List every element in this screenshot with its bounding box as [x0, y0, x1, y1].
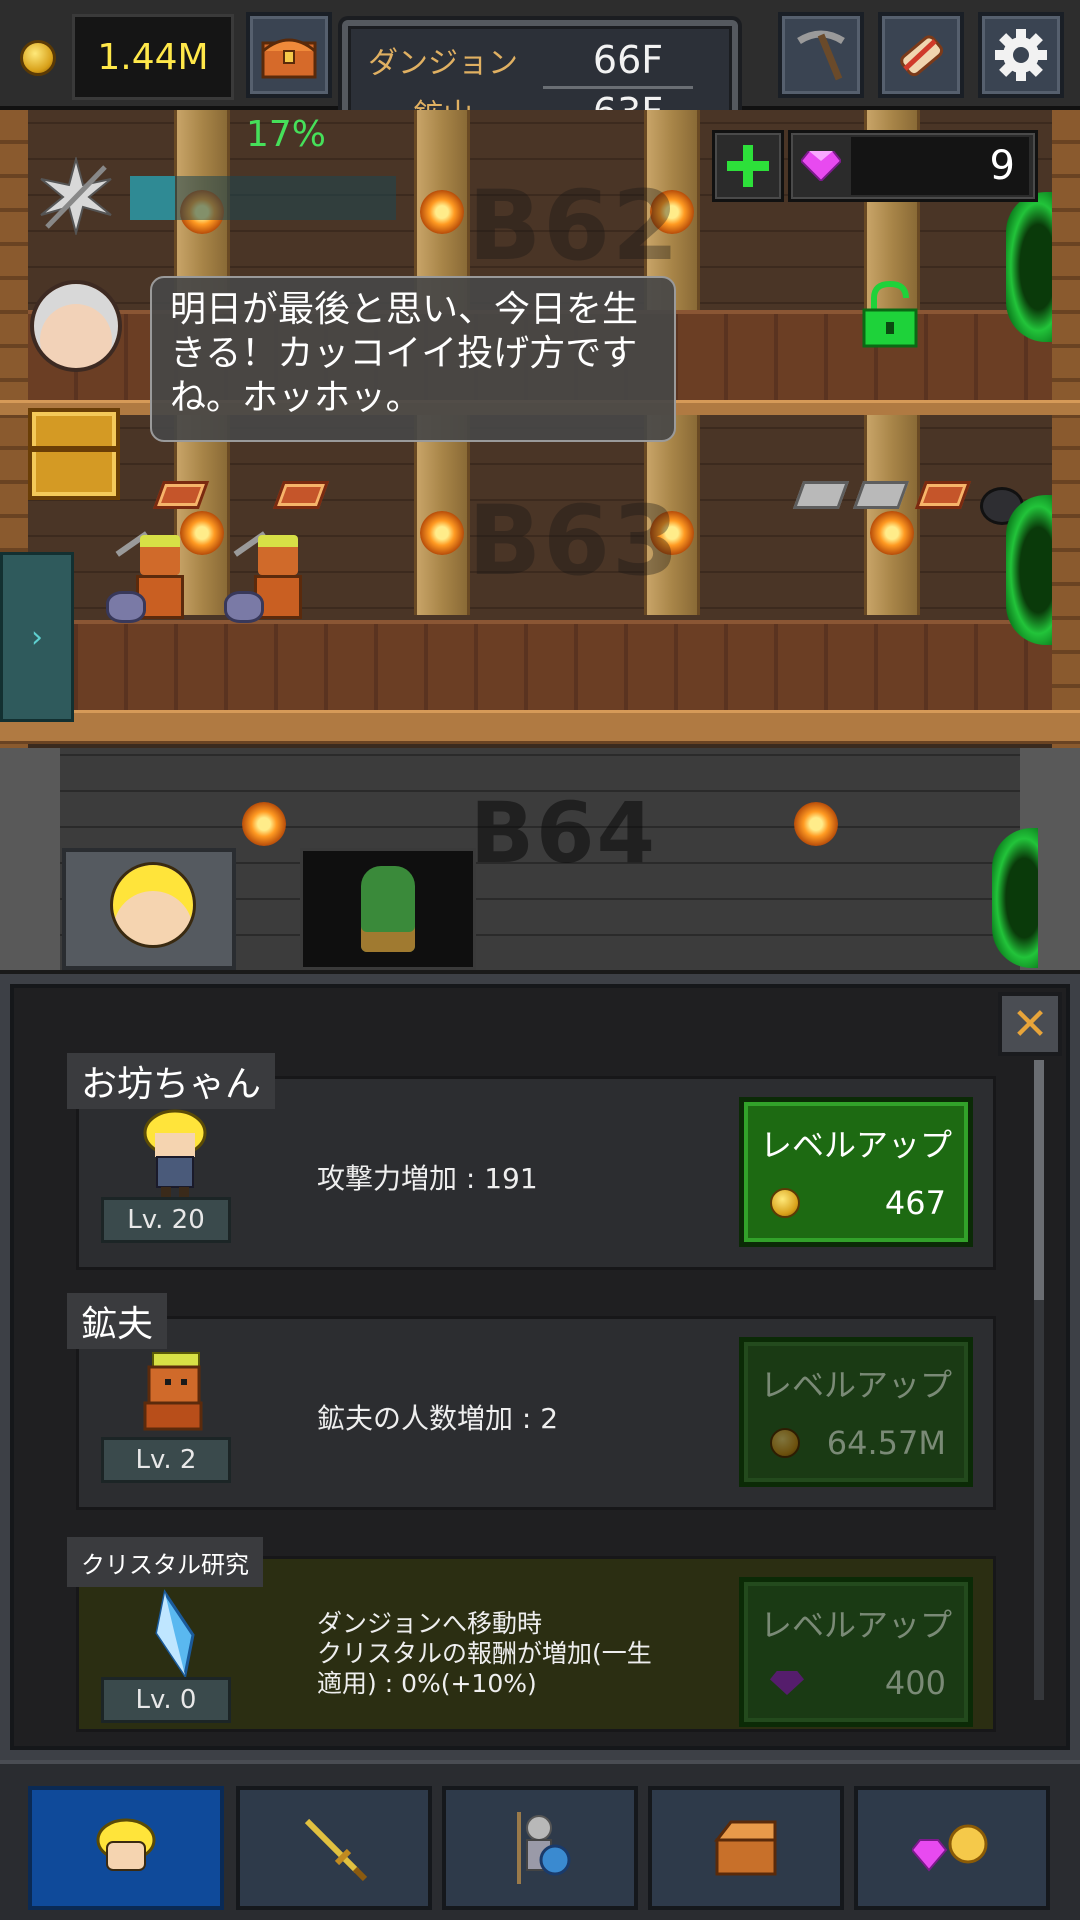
top-bar: 1.44M ダンジョン 66F 鉱山 63F — [0, 0, 1080, 150]
miner-sprite[interactable] — [106, 531, 196, 625]
scroll-icon — [900, 35, 944, 77]
speech-bubble: 明日が最後と思い、今日を生きる！カッコイイ投げ方ですね。ホッホッ。 — [150, 276, 676, 442]
portal-icon[interactable] — [992, 828, 1038, 968]
progress-percent: 17% — [246, 114, 327, 155]
tab-chest[interactable] — [648, 1786, 844, 1910]
settings-button[interactable] — [978, 12, 1064, 98]
gem-coin-icon — [912, 1824, 988, 1872]
dungeon-label: ダンジョン — [368, 46, 518, 81]
mining-progress-fill — [130, 176, 176, 220]
tab-shop[interactable] — [854, 1786, 1050, 1910]
mine-ground — [28, 620, 1052, 710]
level-up-button[interactable]: レベルアップ 400 — [739, 1577, 973, 1727]
gold-bar-icon — [914, 481, 972, 509]
scrollbar-thumb[interactable] — [1034, 1060, 1044, 1300]
upgrade-description: 攻撃力増加 : 191 — [317, 1162, 538, 1195]
wooden-beam — [0, 710, 1080, 744]
scroll-button[interactable] — [878, 12, 964, 98]
floor-number-b62: B62 — [468, 170, 681, 282]
mining-progress-bar — [130, 176, 396, 220]
treasure-chest-icon — [261, 38, 317, 79]
sword-icon — [304, 1818, 368, 1882]
gem-counter: 9 — [788, 130, 1038, 202]
level-up-label: レベルアップ — [759, 1366, 952, 1404]
chest-icon — [713, 1820, 777, 1876]
tab-weapons[interactable] — [236, 1786, 432, 1910]
floor-number-b64: B64 — [470, 784, 657, 882]
upgrade-description: 鉱夫の人数増加 : 2 — [317, 1402, 559, 1435]
floor-number-b63: B63 — [468, 485, 681, 597]
level-up-cost: 64.57M — [826, 1424, 946, 1462]
gold-bar-icon — [272, 481, 330, 509]
level-up-label: レベルアップ — [759, 1126, 952, 1164]
close-panel-button[interactable]: ✕ — [998, 992, 1062, 1056]
torch-icon — [794, 802, 838, 846]
gold-counter: 1.44M — [72, 14, 234, 100]
pickaxe-icon — [797, 30, 845, 81]
old-man-avatar — [30, 280, 122, 372]
hydra-monster-icon — [361, 866, 415, 952]
level-up-button[interactable]: レベルアップ 64.57M — [739, 1337, 973, 1487]
mine-view[interactable]: B62 B63 17% 9 › 明日が最後と思い、今日を生きる！カッコイイ投げ方… — [0, 110, 1080, 970]
side-expand-tab[interactable]: › — [0, 552, 74, 722]
upgrade-panel: ✕ お坊ちゃん Lv. 20 攻撃力増加 : 191 レベルアップ 467 鉱夫 — [0, 974, 1080, 1760]
dungeon-floor: 66F — [592, 38, 664, 82]
upgrade-card-title: クリスタル研究 — [67, 1537, 263, 1587]
treasure-chest-pickup[interactable] — [28, 408, 120, 500]
close-icon: ✕ — [1011, 998, 1049, 1050]
hero-portrait-card[interactable] — [62, 848, 236, 970]
plus-icon — [727, 145, 769, 187]
gem-icon — [791, 133, 851, 199]
level-badge: Lv. 0 — [101, 1677, 231, 1723]
upgrade-card-title: お坊ちゃん — [67, 1053, 276, 1109]
torch-icon — [420, 190, 464, 234]
level-up-button[interactable]: レベルアップ 467 — [739, 1097, 973, 1247]
torch-icon — [242, 802, 286, 846]
torch-icon — [870, 511, 914, 555]
hero-face-icon — [110, 862, 196, 948]
silver-bar-icon — [792, 481, 850, 509]
portal-icon[interactable] — [1006, 192, 1052, 342]
coin-icon — [20, 40, 56, 76]
coin-icon — [770, 1188, 800, 1218]
chevron-right-icon: › — [31, 619, 43, 655]
upgrade-card-hero: お坊ちゃん Lv. 20 攻撃力増加 : 191 レベルアップ 467 — [67, 1053, 996, 1270]
level-up-cost: 467 — [884, 1184, 946, 1222]
panel-scrollbar[interactable] — [1034, 1060, 1044, 1700]
spiked-weapon-icon — [40, 157, 112, 235]
tab-hero[interactable] — [28, 1786, 224, 1910]
upgrade-card-miner: 鉱夫 Lv. 2 鉱夫の人数増加 : 2 レベルアップ 64.57M — [67, 1293, 996, 1510]
mine-wall-right — [1052, 110, 1080, 760]
level-up-label: レベルアップ — [759, 1606, 952, 1644]
weapon-skill-button[interactable] — [36, 156, 116, 236]
treasure-chest-button[interactable] — [246, 12, 332, 98]
crystal-icon — [155, 1589, 195, 1679]
upgrade-card-crystal-research: クリスタル研究 Lv. 0 ダンジョンへ移動時 クリスタルの報酬が増加(一生 適… — [67, 1537, 996, 1732]
unlock-icon[interactable] — [860, 280, 920, 350]
mine-floor-b63: B63 — [28, 415, 1052, 715]
level-up-cost: 400 — [884, 1664, 946, 1702]
torch-icon — [420, 511, 464, 555]
gold-amount: 1.44M — [97, 36, 209, 78]
add-gem-button[interactable] — [712, 130, 784, 202]
pickaxe-button[interactable] — [778, 12, 864, 98]
gear-icon — [995, 29, 1047, 81]
miner-icon — [143, 1352, 203, 1431]
bottom-navigation — [0, 1760, 1080, 1920]
level-badge: Lv. 20 — [101, 1197, 231, 1243]
upgrade-card-title: 鉱夫 — [67, 1293, 168, 1349]
upgrade-description: ダンジョンへ移動時 クリスタルの報酬が増加(一生 適用) : 0%(+10%) — [317, 1609, 652, 1698]
gem-count: 9 — [851, 137, 1029, 195]
coin-icon — [770, 1428, 800, 1458]
tab-knight[interactable] — [442, 1786, 638, 1910]
portal-icon[interactable] — [1006, 495, 1052, 645]
monster-portrait-card[interactable] — [300, 848, 476, 970]
young-master-icon — [143, 1109, 207, 1197]
gem-icon — [770, 1671, 804, 1695]
level-badge: Lv. 2 — [101, 1437, 231, 1483]
hero-icon — [96, 1818, 156, 1871]
stone-wall-left — [0, 748, 60, 970]
knight-icon — [517, 1812, 571, 1884]
miner-sprite[interactable] — [224, 531, 314, 625]
